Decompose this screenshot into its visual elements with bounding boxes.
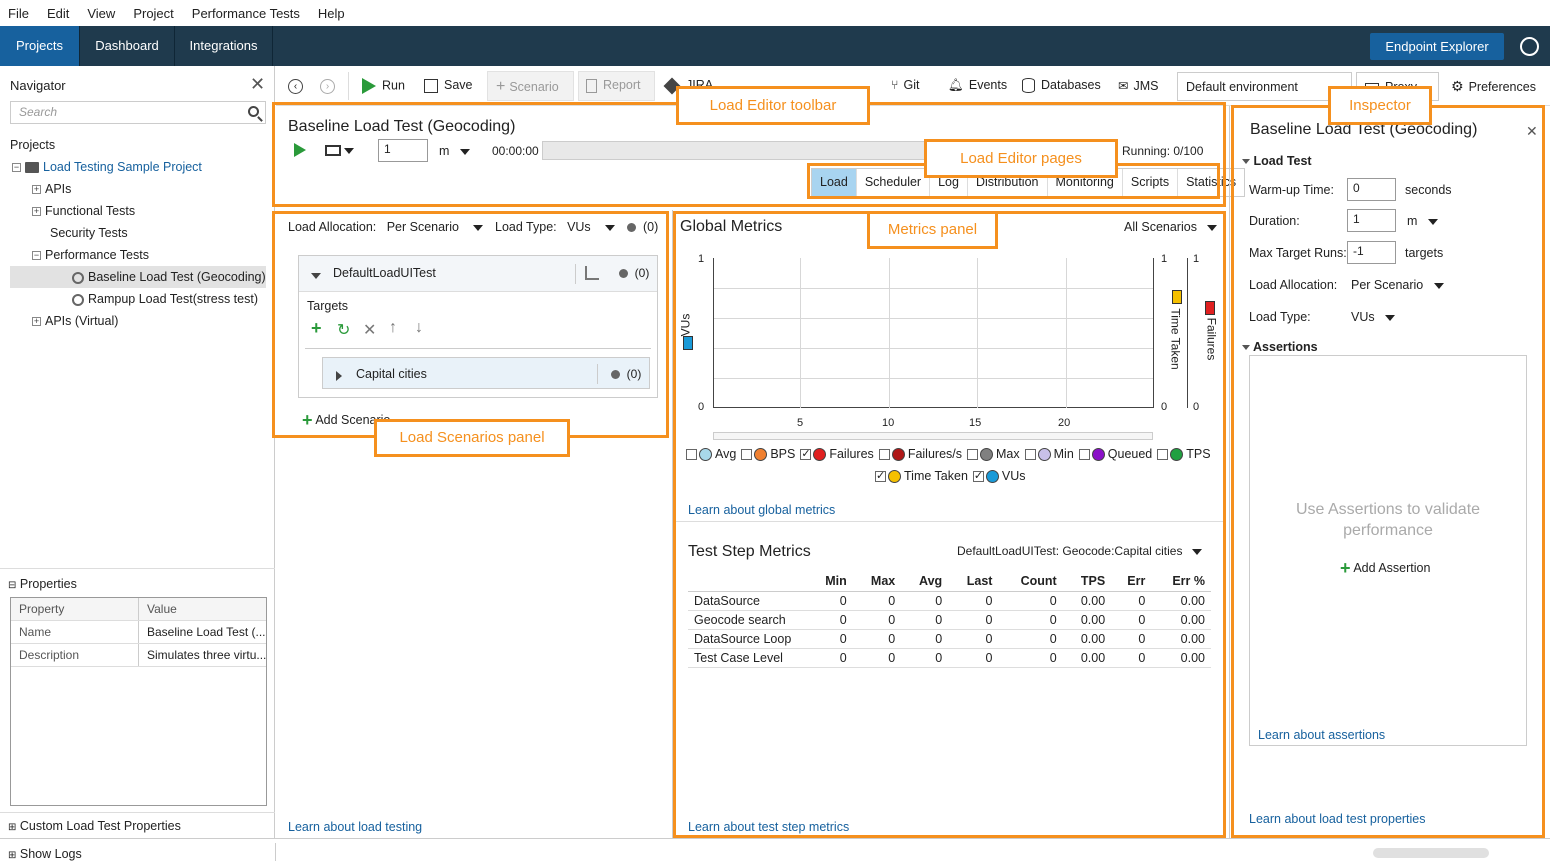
folder-icon: [25, 162, 39, 174]
tab-integrations[interactable]: Integrations: [175, 26, 273, 66]
report-icon: [586, 78, 597, 93]
callout-load-editor-toolbar: Load Editor toolbar: [676, 86, 870, 125]
tab-projects[interactable]: Projects: [0, 26, 80, 66]
expand-icon[interactable]: +: [32, 207, 41, 217]
play-icon: [362, 78, 376, 94]
save-icon: [424, 78, 438, 93]
metrics-panel-highlight: [673, 211, 1226, 838]
tree-item-security-tests[interactable]: Security Tests: [50, 226, 128, 240]
menu-project[interactable]: Project: [133, 6, 173, 21]
custom-properties-header[interactable]: ⊞ Custom Load Test Properties: [8, 819, 181, 833]
forward-icon[interactable]: ›: [320, 79, 335, 94]
environment-select[interactable]: Default environment: [1177, 72, 1352, 101]
jms-button[interactable]: ✉︎ JMS: [1118, 78, 1158, 93]
user-account-icon[interactable]: [1520, 37, 1539, 56]
property-header: Property: [11, 598, 139, 620]
tab-dashboard[interactable]: Dashboard: [80, 26, 175, 66]
tree-item-rampup-load-test[interactable]: Rampup Load Test(stress test): [72, 292, 258, 306]
gear-icon: ⚙︎: [1451, 78, 1464, 94]
tree-item-functional-tests[interactable]: + Functional Tests: [32, 204, 135, 218]
menu-bar: File Edit View Project Performance Tests…: [0, 0, 1550, 26]
collapse-icon[interactable]: −: [12, 163, 21, 173]
git-button[interactable]: ⑂ Git: [891, 78, 920, 92]
preferences-button[interactable]: ⚙︎ Preferences: [1451, 78, 1536, 95]
navigator-title: Navigator: [10, 78, 66, 93]
load-scenarios-highlight: [272, 211, 669, 438]
learn-load-testing-link[interactable]: Learn about load testing: [288, 820, 422, 834]
run-button[interactable]: Run: [362, 78, 405, 94]
plus-icon: +: [496, 78, 506, 95]
back-icon[interactable]: ‹: [288, 79, 303, 94]
menu-performance-tests[interactable]: Performance Tests: [192, 6, 300, 21]
add-scenario-button[interactable]: + Scenario: [496, 78, 559, 96]
menu-help[interactable]: Help: [318, 6, 345, 21]
gauge-icon: [72, 293, 84, 306]
callout-inspector: Inspector: [1328, 86, 1432, 125]
top-nav: Projects Dashboard Integrations: [0, 26, 1550, 66]
menu-file[interactable]: File: [8, 6, 29, 21]
jms-icon: ✉︎: [1118, 79, 1129, 93]
callout-load-scenarios-panel: Load Scenarios panel: [374, 419, 570, 457]
tree-item-apis[interactable]: + APIs: [32, 182, 71, 196]
horizontal-scrollbar[interactable]: [1373, 848, 1489, 858]
search-icon[interactable]: [248, 106, 259, 117]
inspector-highlight: [1231, 105, 1545, 838]
prop-description-label: Description: [11, 644, 139, 666]
properties-table: Property Value Name Baseline Load Test (..…: [10, 597, 267, 806]
gauge-icon: [72, 271, 84, 284]
close-icon[interactable]: ✕: [250, 74, 265, 95]
prop-name-value[interactable]: Baseline Load Test (...: [139, 621, 266, 643]
tree-item-project[interactable]: − Load Testing Sample Project: [12, 160, 202, 174]
tree-item-performance-tests[interactable]: − Performance Tests: [32, 248, 149, 262]
status-bar: ⊞ Show Logs: [0, 838, 1550, 866]
expand-icon[interactable]: +: [32, 185, 41, 195]
search-input[interactable]: Search: [10, 101, 266, 124]
tree-item-apis-virtual[interactable]: + APIs (Virtual): [32, 314, 118, 328]
tree-item-baseline-load-test[interactable]: Baseline Load Test (Geocoding): [72, 270, 266, 284]
projects-label: Projects: [10, 138, 56, 152]
menu-edit[interactable]: Edit: [47, 6, 69, 21]
menu-view[interactable]: View: [87, 6, 115, 21]
save-button[interactable]: Save: [424, 78, 473, 93]
callout-load-editor-pages: Load Editor pages: [924, 139, 1118, 178]
git-icon: ⑂: [891, 78, 899, 92]
database-icon: [1022, 78, 1035, 94]
show-logs[interactable]: ⊞ Show Logs: [8, 847, 82, 861]
databases-button[interactable]: Databases: [1022, 78, 1101, 94]
endpoint-explorer-button[interactable]: Endpoint Explorer: [1370, 33, 1504, 60]
value-header: Value: [147, 602, 177, 616]
prop-name-label: Name: [11, 621, 139, 643]
prop-description-value[interactable]: Simulates three virtu...: [139, 644, 266, 666]
collapse-icon[interactable]: −: [32, 251, 41, 261]
bell-icon: 🔔︎: [948, 78, 964, 92]
expand-icon[interactable]: +: [32, 317, 41, 327]
report-button[interactable]: Report: [586, 78, 641, 93]
events-button[interactable]: 🔔︎ Events: [948, 78, 1007, 93]
properties-header[interactable]: ⊟ Properties: [8, 577, 77, 591]
callout-metrics-panel: Metrics panel: [867, 211, 998, 249]
